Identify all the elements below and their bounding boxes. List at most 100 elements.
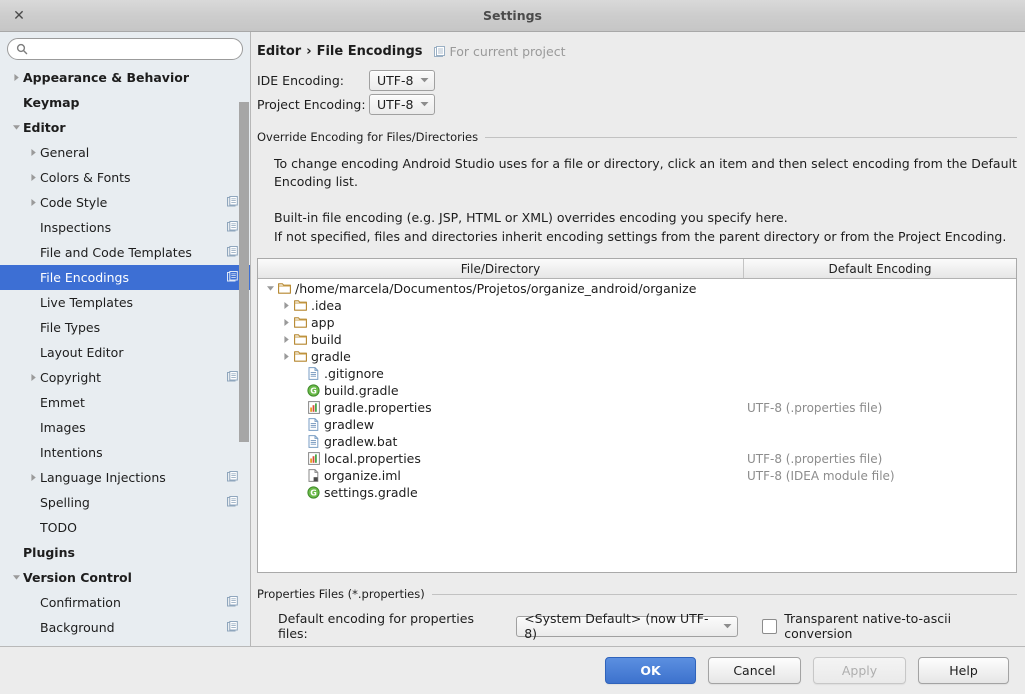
project-scope-icon <box>227 620 238 631</box>
breadcrumb: Editor › File Encodings For current proj… <box>251 32 1025 59</box>
sidebar-item-copyright[interactable]: Copyright <box>0 365 250 390</box>
sidebar-item-label: File and Code Templates <box>40 245 192 260</box>
dialog-footer: OK Cancel Apply Help <box>0 647 1025 694</box>
sidebar-item-appearance-behavior[interactable]: Appearance & Behavior <box>0 65 250 90</box>
ide-encoding-row: IDE Encoding: UTF-8 <box>257 68 1025 92</box>
gradle-file-icon: G <box>306 486 321 499</box>
override-encoding-group: Override Encoding for Files/Directories … <box>257 130 1017 573</box>
chevron-right-icon[interactable] <box>279 352 293 361</box>
properties-file-icon <box>307 401 320 414</box>
chevron-right-icon[interactable] <box>27 198 40 207</box>
chevron-right-icon[interactable] <box>279 318 293 327</box>
sidebar-item-confirmation[interactable]: Confirmation <box>0 590 250 615</box>
table-column-header-encoding[interactable]: Default Encoding <box>744 259 1016 278</box>
folder-icon <box>294 300 307 311</box>
chevron-right-icon[interactable] <box>279 335 293 344</box>
chevron-right-icon <box>31 199 36 206</box>
project-scope-icon <box>227 195 238 210</box>
sidebar-item-colors-fonts[interactable]: Colors & Fonts <box>0 165 250 190</box>
sidebar-item-inspections[interactable]: Inspections <box>0 215 250 240</box>
chevron-down-icon[interactable] <box>263 284 277 293</box>
sidebar-item-emmet[interactable]: Emmet <box>0 390 250 415</box>
ide-encoding-dropdown[interactable]: UTF-8 <box>369 69 436 91</box>
file-name: gradle.properties <box>324 400 432 415</box>
override-paragraph-2: Built-in file encoding (e.g. JSP, HTML o… <box>274 210 788 225</box>
search-box[interactable] <box>7 38 243 60</box>
chevron-right-icon[interactable] <box>27 148 40 157</box>
sidebar-item-live-templates[interactable]: Live Templates <box>0 290 250 315</box>
sidebar-item-label: Live Templates <box>40 295 134 310</box>
project-scope-icon <box>227 370 238 385</box>
table-body: /home/marcela/Documentos/Projetos/organi… <box>258 279 1016 572</box>
file-encoding-value: UTF-8 (IDEA module file) <box>747 468 895 483</box>
chevron-down-icon[interactable] <box>10 123 23 132</box>
sidebar-item-images[interactable]: Images <box>0 415 250 440</box>
table-row[interactable]: gradlew <box>258 416 1016 433</box>
table-row[interactable]: gradlew.bat <box>258 433 1016 450</box>
chevron-right-icon[interactable] <box>27 373 40 382</box>
properties-files-group: Properties Files (*.properties) Default … <box>257 587 1017 641</box>
table-row[interactable]: Gbuild.gradle <box>258 382 1016 399</box>
chevron-right-icon[interactable] <box>27 473 40 482</box>
sidebar-item-general[interactable]: General <box>0 140 250 165</box>
transparent-conversion-checkbox-wrap[interactable]: Transparent native-to-ascii conversion <box>762 611 1017 641</box>
table-row[interactable]: app <box>258 314 1016 331</box>
sidebar-scrollbar[interactable] <box>239 102 249 442</box>
gradle-file-icon: G <box>307 384 320 397</box>
sidebar-item-label: Copyright <box>40 370 102 385</box>
chevron-down-icon[interactable] <box>10 573 23 582</box>
properties-group-title: Properties Files (*.properties) <box>257 587 1017 601</box>
search-container <box>0 32 250 65</box>
table-row[interactable]: local.properties UTF-8 (.properties file) <box>258 450 1016 467</box>
sidebar-item-background[interactable]: Background <box>0 615 250 640</box>
chevron-right-icon <box>283 353 289 360</box>
chevron-right-icon[interactable] <box>10 73 23 82</box>
cancel-button[interactable]: Cancel <box>708 657 801 684</box>
folder-icon <box>293 317 308 328</box>
table-row[interactable]: /home/marcela/Documentos/Projetos/organi… <box>258 280 1016 297</box>
sidebar-item-label: Emmet <box>40 395 85 410</box>
window-title: Settings <box>482 8 542 23</box>
properties-encoding-dropdown[interactable]: <System Default> (now UTF-8) <box>516 611 739 641</box>
sidebar-item-spelling[interactable]: Spelling <box>0 490 250 515</box>
sidebar-item-file-encodings[interactable]: File Encodings <box>0 265 250 290</box>
sidebar-item-editor[interactable]: Editor <box>0 115 250 140</box>
sidebar-item-file-types[interactable]: File Types <box>0 315 250 340</box>
sidebar-item-file-and-code-templates[interactable]: File and Code Templates <box>0 240 250 265</box>
chevron-right-icon[interactable] <box>279 301 293 310</box>
breadcrumb-parent[interactable]: Editor <box>257 44 301 59</box>
sidebar-item-code-style[interactable]: Code Style <box>0 190 250 215</box>
ok-button[interactable]: OK <box>605 657 696 684</box>
ide-encoding-value: UTF-8 <box>377 72 414 88</box>
table-row[interactable]: .idea <box>258 297 1016 314</box>
sidebar-item-keymap[interactable]: Keymap <box>0 90 250 115</box>
sidebar-item-intentions[interactable]: Intentions <box>0 440 250 465</box>
sidebar-item-language-injections[interactable]: Language Injections <box>0 465 250 490</box>
table-row[interactable]: gradle <box>258 348 1016 365</box>
chevron-right-icon <box>283 319 289 326</box>
help-button[interactable]: Help <box>918 657 1009 684</box>
table-row[interactable]: Gsettings.gradle <box>258 484 1016 501</box>
project-encoding-dropdown[interactable]: UTF-8 <box>369 93 436 115</box>
table-row[interactable]: .gitignore <box>258 365 1016 382</box>
sidebar-item-label: Intentions <box>40 445 103 460</box>
search-input[interactable] <box>31 41 234 57</box>
project-scope-icon <box>227 220 238 235</box>
table-row[interactable]: gradle.properties UTF-8 (.properties file… <box>258 399 1016 416</box>
chevron-right-icon[interactable] <box>27 173 40 182</box>
table-header-row: File/Directory Default Encoding <box>258 259 1016 279</box>
folder-icon <box>293 300 308 311</box>
sidebar-item-plugins[interactable]: Plugins <box>0 540 250 565</box>
chevron-right-icon <box>31 149 36 156</box>
table-column-header-file[interactable]: File/Directory <box>258 259 744 278</box>
sidebar-item-todo[interactable]: TODO <box>0 515 250 540</box>
table-row[interactable]: organize.iml UTF-8 (IDEA module file) <box>258 467 1016 484</box>
text-file-icon <box>306 435 321 448</box>
sidebar-item-version-control[interactable]: Version Control <box>0 565 250 590</box>
text-file-icon <box>306 418 321 431</box>
close-icon[interactable]: ✕ <box>6 3 32 29</box>
table-row[interactable]: build <box>258 331 1016 348</box>
transparent-conversion-checkbox[interactable] <box>762 618 778 634</box>
folder-icon <box>294 351 307 362</box>
sidebar-item-layout-editor[interactable]: Layout Editor <box>0 340 250 365</box>
